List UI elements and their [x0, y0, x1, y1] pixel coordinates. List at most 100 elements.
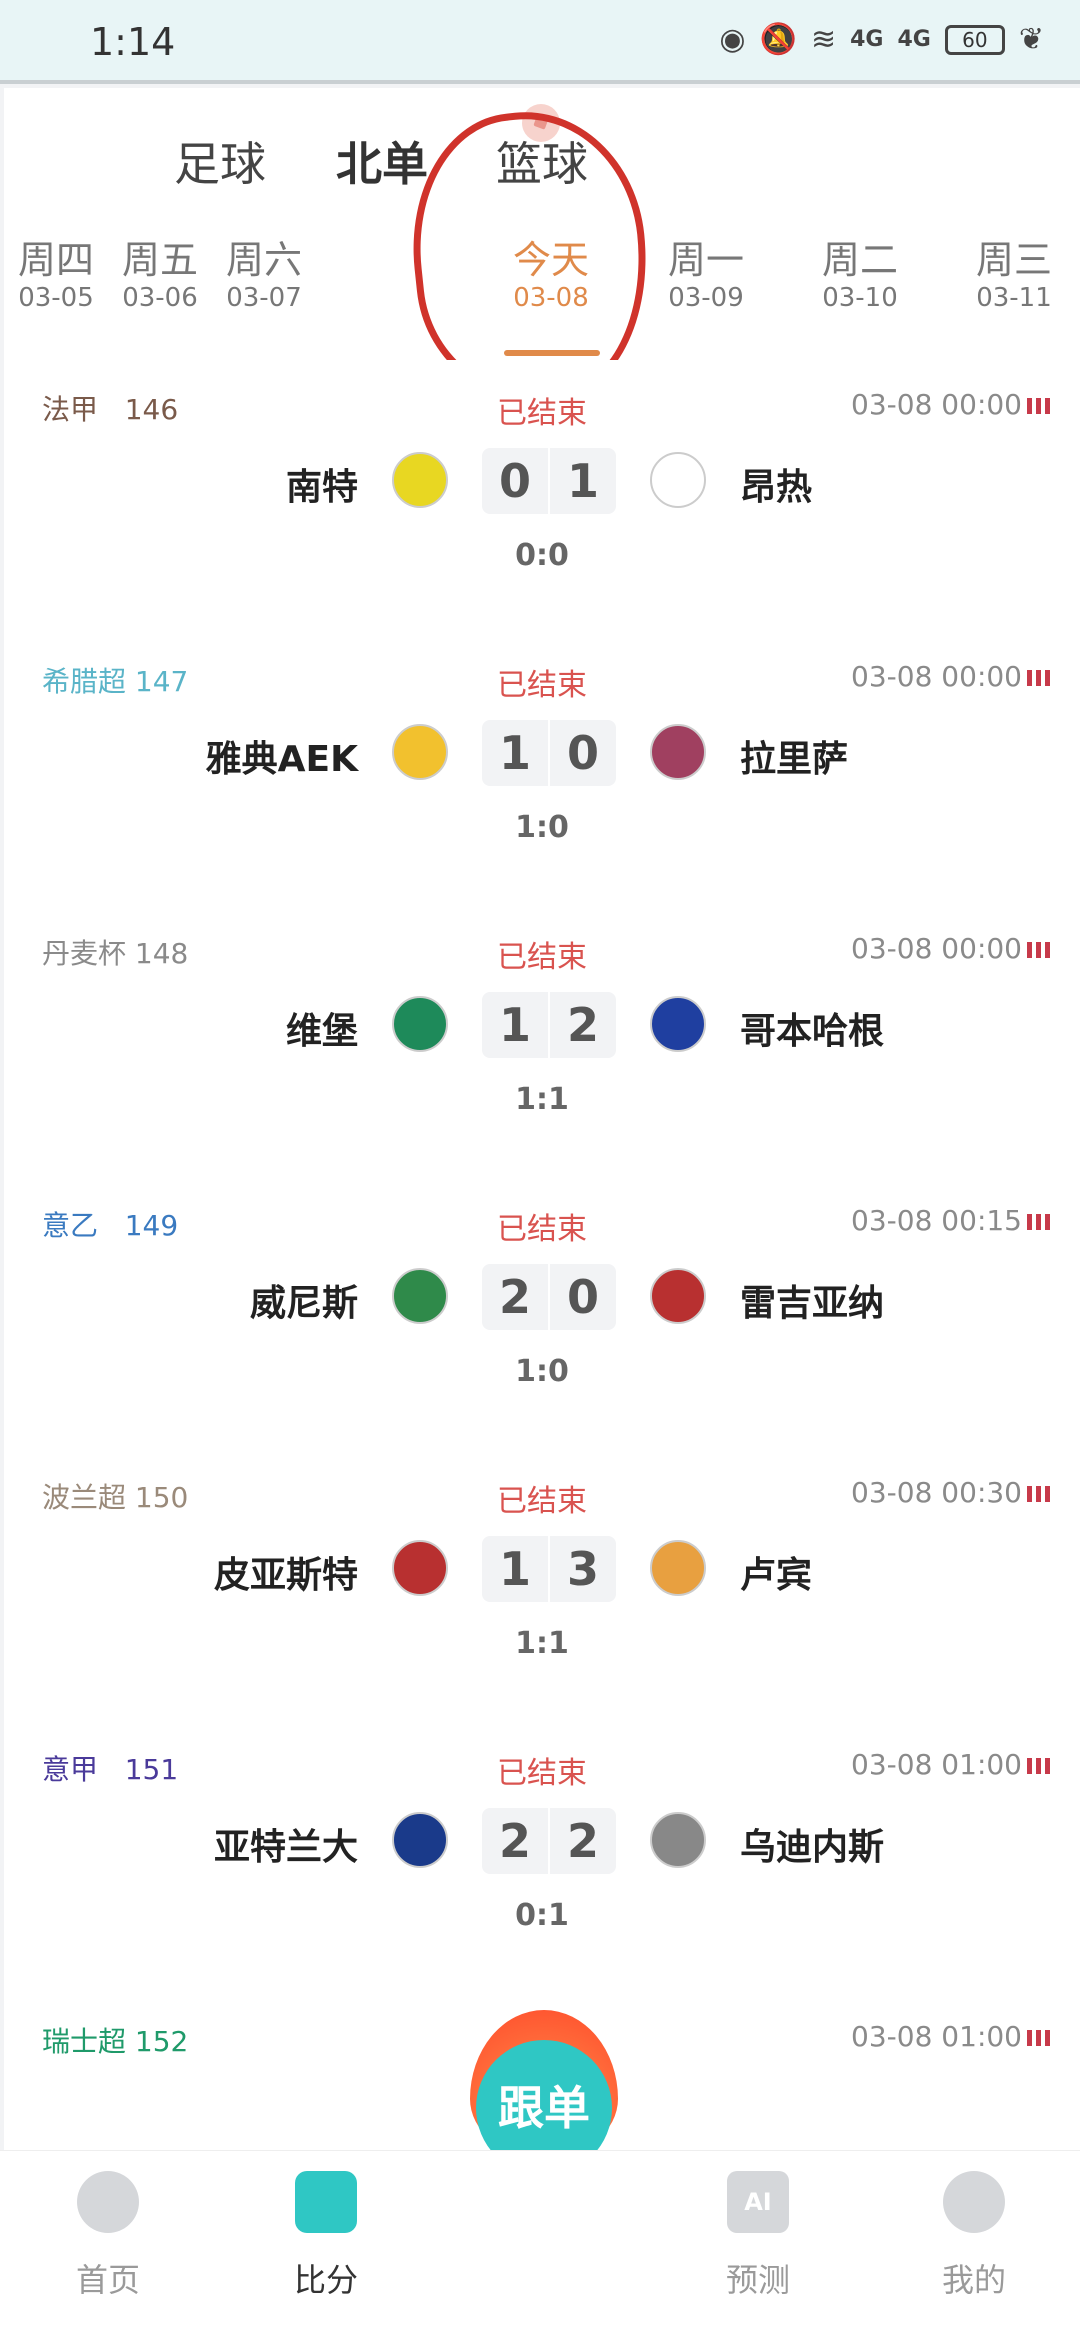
stats-bars-icon[interactable]	[1027, 942, 1050, 958]
mute-bell-icon: 🔕	[759, 22, 797, 57]
date-tab[interactable]: 周一 03-09	[646, 238, 766, 314]
stats-bars-icon[interactable]	[1027, 1214, 1050, 1230]
home-logo-icon	[392, 996, 448, 1052]
half-time-score: 0:1	[515, 1898, 569, 1933]
home-score: 1	[482, 1536, 548, 1602]
date-tab[interactable]: 周四 03-05	[0, 238, 116, 314]
nav-home[interactable]: 首页	[38, 2171, 178, 2301]
away-score: 0	[550, 720, 616, 786]
date-tab-date: 03-08	[513, 283, 589, 313]
status-bar: 1:14 ◉ 🔕 ≋ 4G 4G 60 ❦	[0, 0, 1080, 84]
match-card[interactable]: 丹麦杯 148 已结束 03-08 00:00 维堡 1 2 哥本哈根 1:1	[4, 904, 1080, 1162]
away-logo-icon	[650, 1540, 706, 1596]
match-card[interactable]: 希腊超 147 已结束 03-08 00:00 雅典AEK 1 0 拉里萨 1:…	[4, 632, 1080, 890]
nav-profile[interactable]: 我的	[904, 2171, 1044, 2301]
profile-icon	[943, 2171, 1005, 2233]
match-card[interactable]: 波兰超 150 已结束 03-08 00:30 皮亚斯特 1 3 卢宾 1:1	[4, 1448, 1080, 1706]
date-tab-day: 周五	[121, 238, 198, 282]
date-tab-day: 周六	[225, 238, 302, 282]
home-logo-icon	[392, 724, 448, 780]
home-team: 维堡	[285, 1011, 358, 1052]
date-tab-date: 03-10	[822, 283, 898, 313]
eye-icon: ◉	[719, 22, 746, 57]
ai-icon: AI	[727, 2171, 789, 2233]
away-logo-icon	[650, 724, 706, 780]
home-score: 0	[482, 448, 548, 514]
away-score: 0	[550, 1264, 616, 1330]
home-team: 皮亚斯特	[213, 1555, 358, 1596]
stats-bars-icon[interactable]	[1027, 670, 1050, 686]
away-score: 2	[550, 992, 616, 1058]
date-tab-day: 周一	[667, 238, 744, 282]
score-icon	[295, 2171, 357, 2233]
nav-scores[interactable]: 比分	[256, 2171, 396, 2301]
tab-basketball[interactable]: 篮球	[496, 128, 588, 194]
match-time: 03-08 00:00	[851, 932, 1022, 965]
date-tab[interactable]: 周五 03-06	[100, 238, 220, 314]
tab-football[interactable]: 足球	[174, 128, 266, 194]
status-time: 1:14	[90, 20, 176, 64]
away-score: 1	[550, 448, 616, 514]
away-score: 3	[550, 1536, 616, 1602]
nav-predict[interactable]: AI 预测	[688, 2171, 828, 2301]
sport-tabs: 足球 北单 篮球	[4, 88, 1080, 218]
stats-bars-icon[interactable]	[1027, 398, 1050, 414]
home-score: 1	[482, 720, 548, 786]
match-time: 03-08 00:00	[851, 660, 1022, 693]
bottom-nav: 首页 比分 AI 预测 我的	[0, 2150, 1080, 2340]
tab-beidan[interactable]: 北单	[336, 128, 428, 194]
league-name: 瑞士超	[42, 2025, 127, 2058]
nav-label: 首页	[75, 2261, 140, 2299]
away-team: 雷吉亚纳	[740, 1283, 885, 1324]
date-tab[interactable]: 周二 03-10	[800, 238, 920, 314]
away-logo-icon	[650, 452, 706, 508]
half-time-score: 1:1	[515, 1082, 569, 1117]
leaf-icon: ❦	[1018, 22, 1044, 57]
date-tab-date: 03-09	[668, 283, 744, 313]
app-frame: 足球 北单 篮球 周四 03-05 周五 03-06 周六 03-07 今天 0…	[4, 88, 1080, 2340]
football-icon	[77, 2171, 139, 2233]
home-team: 威尼斯	[249, 1283, 358, 1324]
home-score: 2	[482, 1808, 548, 1874]
half-time-score: 1:0	[515, 810, 569, 845]
match-card[interactable]: 意甲 151 已结束 03-08 01:00 亚特兰大 2 2 乌迪内斯 0:1	[4, 1720, 1080, 1978]
home-score: 1	[482, 992, 548, 1058]
match-card[interactable]: 法甲 146 已结束 03-08 00:00 南特 0 1 昂热 0:0	[4, 360, 1080, 618]
date-tabs: 周四 03-05 周五 03-06 周六 03-07 今天 03-08 周一 0…	[4, 218, 1080, 328]
match-time: 03-08 00:15	[851, 1204, 1022, 1237]
stats-bars-icon[interactable]	[1027, 2030, 1050, 2046]
date-tab-date: 03-11	[976, 283, 1052, 313]
date-tab-indicator	[504, 350, 600, 356]
date-tab-today[interactable]: 今天 03-08	[491, 238, 611, 314]
away-team: 卢宾	[740, 1555, 813, 1596]
home-score: 2	[482, 1264, 548, 1330]
away-score: 2	[550, 1808, 616, 1874]
battery-icon: 60	[944, 24, 1005, 55]
follow-fab-button[interactable]: 跟单	[470, 2010, 618, 2176]
match-card[interactable]: 意乙 149 已结束 03-08 00:15 威尼斯 2 0 雷吉亚纳 1:0	[4, 1176, 1080, 1434]
away-team: 乌迪内斯	[740, 1827, 885, 1868]
signal-1-icon: 4G	[850, 27, 884, 52]
match-time: 03-08 01:00	[851, 1748, 1022, 1781]
home-logo-icon	[392, 1268, 448, 1324]
home-team: 雅典AEK	[205, 739, 358, 780]
home-logo-icon	[392, 1540, 448, 1596]
away-logo-icon	[650, 1268, 706, 1324]
match-time: 03-08 00:30	[851, 1476, 1022, 1509]
away-team: 哥本哈根	[740, 1011, 885, 1052]
league-label: 瑞士超 152	[42, 2020, 188, 2060]
match-number: 152	[134, 2025, 189, 2058]
half-time-score: 0:0	[515, 538, 569, 573]
nav-label: 比分	[293, 2261, 358, 2299]
signal-2-icon: 4G	[897, 27, 931, 52]
home-team: 亚特兰大	[213, 1827, 358, 1868]
match-time: 03-08 01:00	[851, 2020, 1022, 2053]
date-tab[interactable]: 周六 03-07	[204, 238, 324, 314]
date-tab-day: 今天	[512, 238, 589, 282]
stats-bars-icon[interactable]	[1027, 1486, 1050, 1502]
home-team: 南特	[285, 467, 358, 508]
date-tab[interactable]: 周三 03-11	[954, 238, 1074, 314]
home-logo-icon	[392, 1812, 448, 1868]
wifi-icon: ≋	[810, 22, 837, 57]
stats-bars-icon[interactable]	[1027, 1758, 1050, 1774]
